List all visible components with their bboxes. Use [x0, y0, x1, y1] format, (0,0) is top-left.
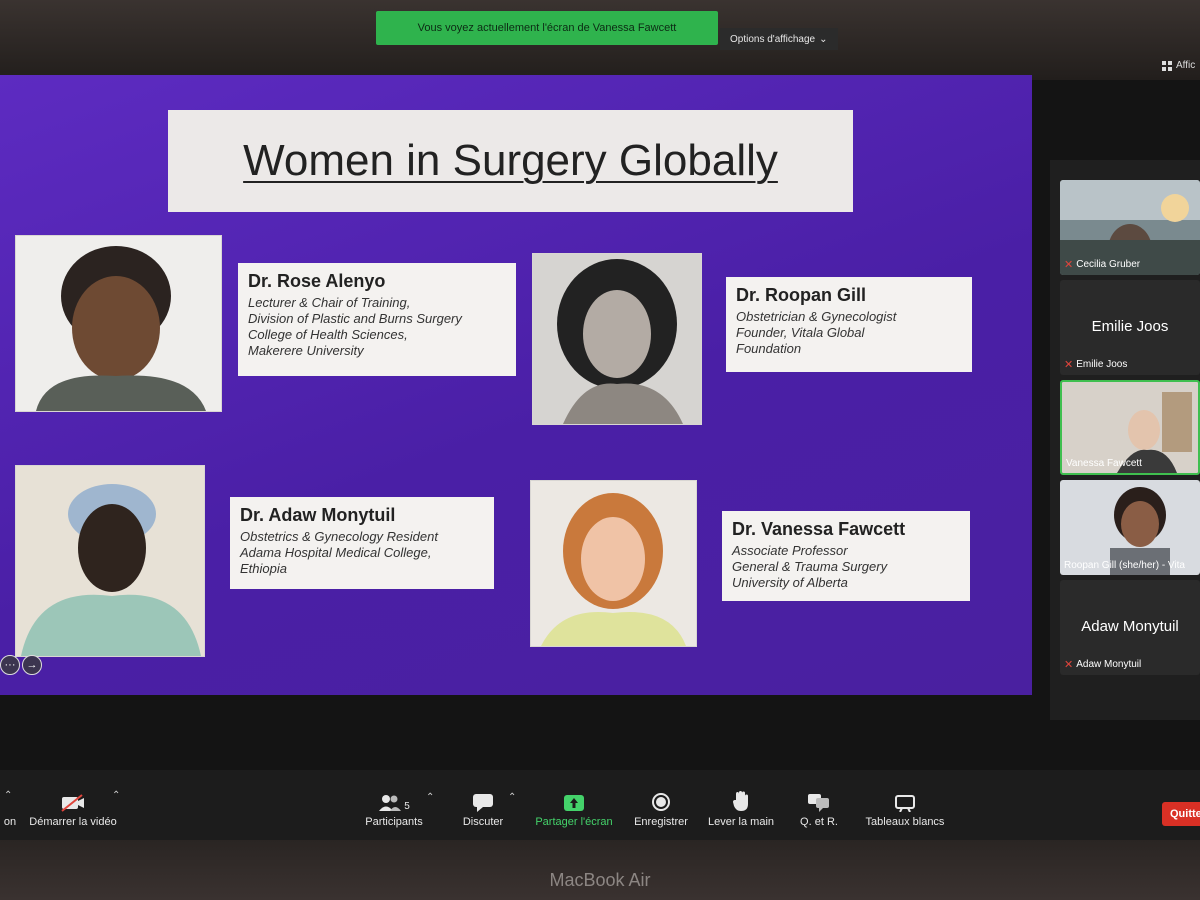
qa-label: Q. et R.: [800, 816, 838, 828]
device-brand-label: MacBook Air: [549, 870, 651, 890]
chat-label: Discuter: [462, 816, 504, 828]
person-name: Dr. Vanessa Fawcett: [732, 519, 906, 539]
qa-icon: [808, 794, 829, 812]
person-detail-line: Makerere University: [248, 343, 364, 358]
chevron-up-icon[interactable]: ⌃: [508, 792, 516, 803]
person-detail-line: University of Alberta: [732, 575, 848, 590]
person-detail-line: Obstetrics & Gynecology Resident: [240, 529, 438, 544]
raise-hand-label: Lever la main: [707, 816, 775, 828]
person-card: Dr. Rose Alenyo Lecturer & Chair of Trai…: [238, 263, 516, 376]
person-name: Dr. Roopan Gill: [736, 285, 867, 305]
person-detail-line: Ethiopia: [240, 561, 287, 576]
participant-name: Roopan Gill (she/her) - Vita: [1064, 560, 1185, 571]
record-icon: [652, 793, 670, 811]
person-detail-line: Obstetrician & Gynecologist: [736, 309, 897, 324]
participant-tile[interactable]: Adaw Monytuil ✕ Adaw Monytuil: [1060, 580, 1200, 675]
whiteboards-label: Tableaux blancs: [865, 816, 945, 828]
chat-icon: [473, 794, 493, 812]
video-label: Démarrer la vidéo: [29, 816, 117, 828]
record-label: Enregistrer: [634, 816, 688, 828]
person-detail-line: Adama Hospital Medical College,: [240, 545, 432, 560]
grid-icon: [1162, 60, 1172, 71]
view-options-label: Options d'affichage: [730, 33, 816, 45]
person-detail-line: Associate Professor: [732, 543, 848, 558]
zoom-window: Vous voyez actuellement l'écran de Vanes…: [0, 0, 1200, 840]
chevron-up-icon[interactable]: ⌃: [4, 790, 12, 801]
participant-name: ✕ Cecilia Gruber: [1064, 259, 1141, 271]
start-video-button[interactable]: Démarrer la vidéo: [22, 788, 124, 828]
chevron-up-icon[interactable]: ⌃: [112, 790, 120, 801]
participants-button[interactable]: 5 Participants: [356, 788, 432, 828]
person-detail-line: Division of Plastic and Burns Surgery: [248, 311, 462, 326]
person-detail-line: Founder, Vitala Global: [736, 325, 865, 340]
participant-tile-active-speaker[interactable]: Vanessa Fawcett: [1060, 380, 1200, 475]
arrow-right-icon: →: [26, 659, 38, 671]
participant-name: ✕ Emilie Joos: [1064, 359, 1128, 371]
share-screen-icon: [564, 795, 584, 811]
more-icon: ···: [4, 659, 16, 671]
record-button[interactable]: Enregistrer: [628, 788, 694, 828]
participant-placeholder-name: Emilie Joos: [1091, 318, 1169, 335]
participant-tile[interactable]: ✕ Cecilia Gruber: [1060, 180, 1200, 275]
screen-share-banner: Vous voyez actuellement l'écran de Vanes…: [376, 11, 718, 45]
participants-icon: [379, 795, 402, 811]
audio-label: on: [3, 816, 17, 828]
person-card: Dr. Roopan Gill Obstetrician & Gynecolog…: [726, 277, 972, 372]
participants-count: 5: [404, 801, 410, 812]
slide-next-button[interactable]: →: [22, 655, 42, 675]
person-photo: [530, 480, 697, 647]
participant-tile[interactable]: Roopan Gill (she/her) - Vita: [1060, 480, 1200, 575]
video-off-icon: [61, 794, 84, 812]
quit-meeting-button[interactable]: Quitte: [1162, 802, 1200, 826]
person-detail-line: College of Health Sciences,: [248, 327, 408, 342]
mic-muted-icon: ✕: [1064, 659, 1074, 671]
view-options-button[interactable]: Options d'affichage ⌄: [720, 28, 838, 50]
mic-muted-icon: ✕: [1064, 259, 1074, 271]
person-detail-line: Foundation: [736, 341, 802, 356]
share-screen-label: Partager l'écran: [535, 816, 613, 828]
share-screen-button[interactable]: Partager l'écran: [530, 788, 618, 828]
shared-slide: Women in Surgery Globally Dr. Rose Aleny…: [0, 75, 1032, 695]
chevron-up-icon[interactable]: ⌃: [426, 792, 434, 803]
person-name: Dr. Adaw Monytuil: [240, 505, 396, 525]
person-detail-line: General & Trauma Surgery: [732, 559, 888, 574]
person-detail-line: Lecturer & Chair of Training,: [248, 295, 411, 310]
participant-placeholder-name: Adaw Monytuil: [1081, 618, 1179, 635]
slide-title-box: Women in Surgery Globally: [168, 110, 853, 212]
whiteboard-icon: [895, 795, 915, 812]
participant-tile[interactable]: Emilie Joos ✕ Emilie Joos: [1060, 280, 1200, 375]
participants-label: Participants: [365, 816, 423, 828]
chevron-down-icon: ⌄: [819, 33, 828, 45]
display-mode-label: Affic: [1176, 60, 1196, 71]
participant-name: ✕ Adaw Monytuil: [1064, 659, 1142, 671]
person-name: Dr. Rose Alenyo: [248, 271, 386, 291]
quit-label: Quitte: [1170, 808, 1200, 820]
qa-button[interactable]: Q. et R.: [794, 788, 844, 828]
person-card: Dr. Adaw Monytuil Obstetrics & Gynecolog…: [230, 497, 494, 589]
person-photo: [15, 235, 222, 412]
slide-title: Women in Surgery Globally: [243, 136, 778, 185]
person-photo: [532, 253, 702, 425]
chat-button[interactable]: Discuter: [452, 788, 514, 828]
person-card: Dr. Vanessa Fawcett Associate Professor …: [722, 511, 970, 601]
whiteboards-button[interactable]: Tableaux blancs: [860, 788, 950, 828]
person-photo: [15, 465, 205, 657]
raise-hand-button[interactable]: Lever la main: [704, 788, 778, 828]
participant-name: Vanessa Fawcett: [1066, 458, 1142, 469]
raise-hand-icon: [733, 791, 748, 811]
screen-share-banner-text: Vous voyez actuellement l'écran de Vanes…: [417, 22, 677, 34]
mic-muted-icon: ✕: [1064, 359, 1074, 371]
slide-more-button[interactable]: ···: [0, 655, 20, 675]
display-mode-button[interactable]: Affic: [1162, 60, 1195, 71]
